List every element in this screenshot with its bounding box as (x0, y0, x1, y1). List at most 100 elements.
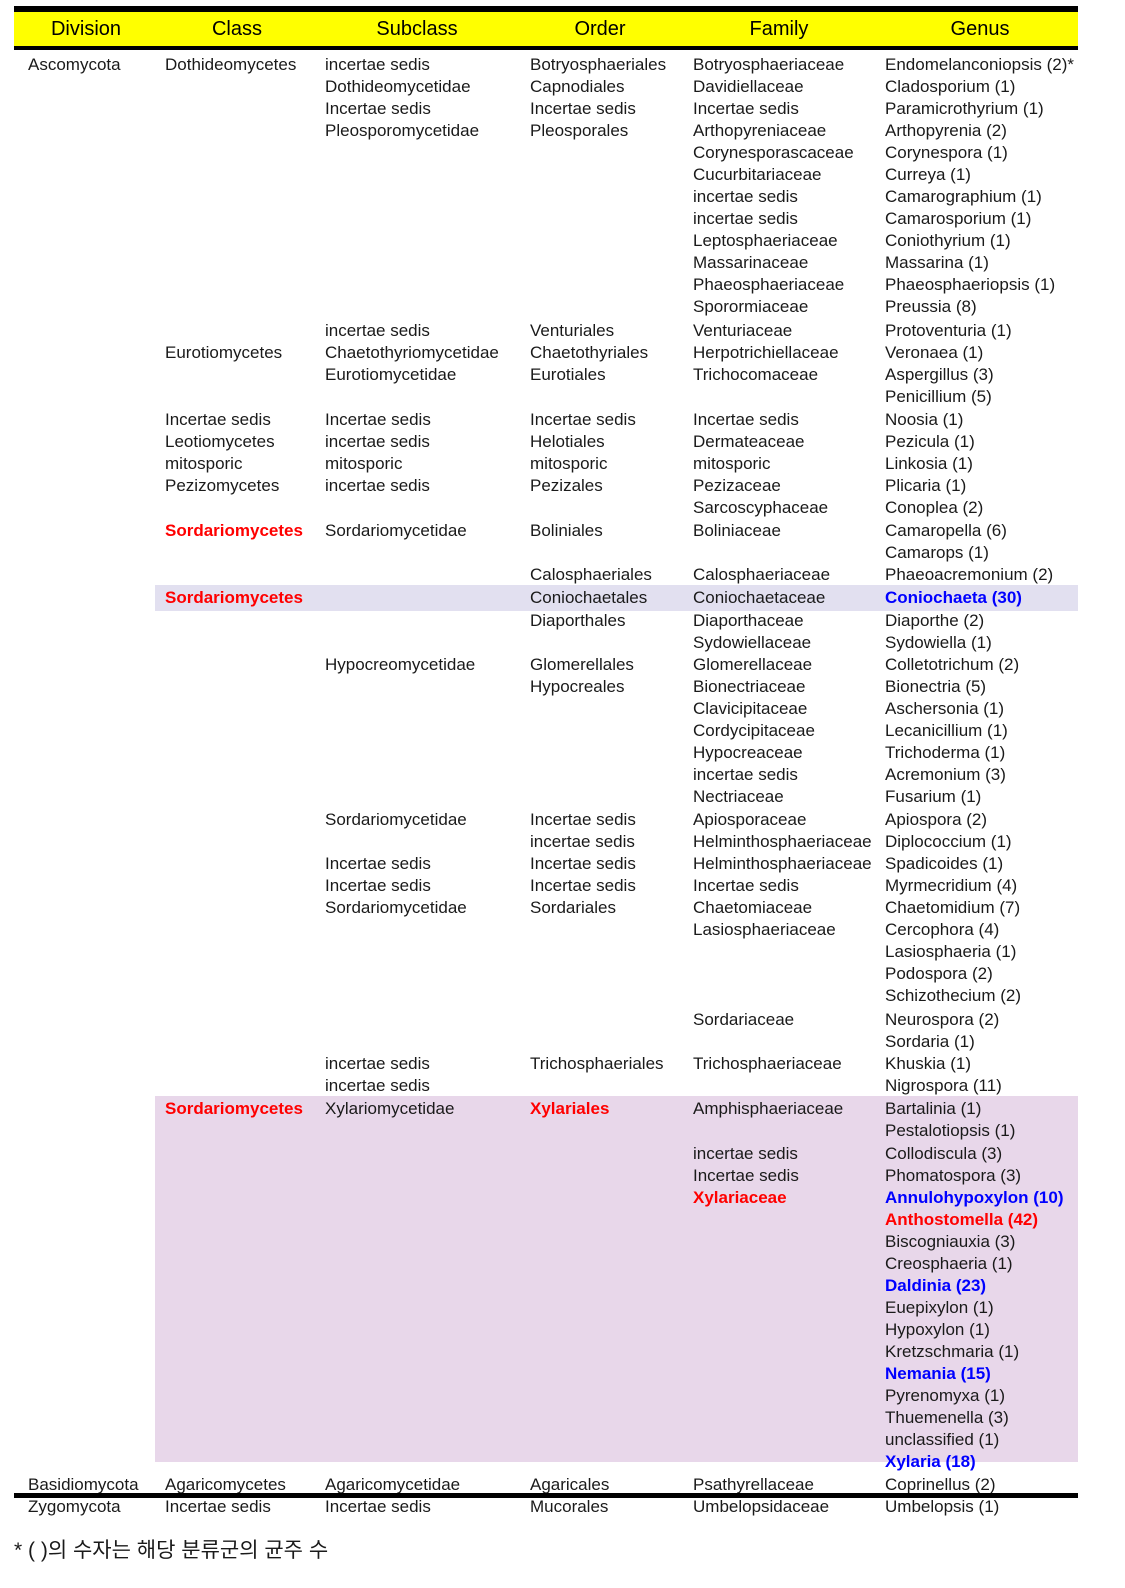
cell-genus: Curreya (1) (885, 165, 971, 184)
cell-genus: Cercophora (4) (885, 920, 1000, 939)
cell-class: Sordariomycetes (165, 521, 303, 540)
cell-family: incertae sedis (693, 765, 798, 784)
cell-order: Boliniales (530, 521, 603, 540)
cell-family: Clavicipitaceae (693, 699, 808, 718)
cell-division: Zygomycota (28, 1497, 121, 1516)
cell-subclass: Hypocreomycetidae (325, 655, 476, 674)
cell-division: Ascomycota (28, 55, 121, 74)
cell-genus: Veronaea (1) (885, 343, 984, 362)
cell-genus: Plicaria (1) (885, 476, 967, 495)
cell-genus: Bionectria (5) (885, 677, 987, 696)
cell-class: Sordariomycetes (165, 1099, 303, 1118)
cell-subclass: Chaetothyriomycetidae (325, 343, 499, 362)
cell-order: incertae sedis (530, 832, 635, 851)
cell-family: Xylariaceae (693, 1188, 787, 1207)
cell-class: Leotiomycetes (165, 432, 275, 451)
cell-genus: Sydowiella (1) (885, 633, 992, 652)
cell-genus: Pyrenomyxa (1) (885, 1386, 1005, 1405)
cell-family: Arthopyreniaceae (693, 121, 827, 140)
cell-genus: Podospora (2) (885, 964, 993, 983)
cell-subclass: incertae sedis (325, 476, 430, 495)
cell-family: Diaporthaceae (693, 611, 804, 630)
cell-subclass: incertae sedis (325, 55, 430, 74)
cell-genus: Creosphaeria (1) (885, 1254, 1013, 1273)
cell-genus: Pezicula (1) (885, 432, 975, 451)
cell-genus: Corynespora (1) (885, 143, 1008, 162)
cell-genus: Coniochaeta (30) (885, 588, 1022, 607)
cell-genus: Khuskia (1) (885, 1054, 971, 1073)
cell-subclass: Sordariomycetidae (325, 521, 467, 540)
cell-order: Pezizales (530, 476, 603, 495)
cell-order: Eurotiales (530, 365, 606, 384)
cell-genus: Aschersonia (1) (885, 699, 1005, 718)
cell-family: Umbelopsidaceae (693, 1497, 830, 1516)
cell-order: Xylariales (530, 1099, 610, 1118)
cell-family: Coniochaetaceae (693, 588, 826, 607)
cell-family: Sarcoscyphaceae (693, 498, 829, 517)
cell-family: Pezizaceae (693, 476, 781, 495)
cell-order: Sordariales (530, 898, 616, 917)
cell-family: Helminthosphaeriaceae (693, 854, 872, 873)
cell-subclass: incertae sedis (325, 321, 430, 340)
cell-genus: Nemania (15) (885, 1364, 991, 1383)
cell-genus: Chaetomidium (7) (885, 898, 1021, 917)
cell-genus: Fusarium (1) (885, 787, 982, 806)
cell-family: Incertae sedis (693, 99, 799, 118)
cell-class: Eurotiomycetes (165, 343, 283, 362)
table-body: Ascomycota Dothideomycetes incertae sedis B… (0, 0, 1125, 1588)
cell-genus: Neurospora (2) (885, 1010, 1000, 1029)
cell-genus: Pestalotiopsis (1) (885, 1121, 1016, 1140)
cell-genus: Schizothecium (2) (885, 986, 1022, 1005)
cell-family: mitosporic (693, 454, 771, 473)
cell-class: mitosporic (165, 454, 243, 473)
cell-genus: Diaporthe (2) (885, 611, 985, 630)
cell-family: Venturiaceae (693, 321, 793, 340)
cell-order: Incertae sedis (530, 854, 636, 873)
cell-order: Glomerellales (530, 655, 634, 674)
cell-family: Lasiosphaeriaceae (693, 920, 836, 939)
cell-genus: Coniothyrium (1) (885, 231, 1011, 250)
cell-genus: Linkosia (1) (885, 454, 973, 473)
cell-order: Helotiales (530, 432, 605, 451)
cell-family: Chaetomiaceae (693, 898, 813, 917)
cell-genus: Euepixylon (1) (885, 1298, 994, 1317)
cell-genus: Diplococcium (1) (885, 832, 1012, 851)
cell-family: Sydowiellaceae (693, 633, 812, 652)
cell-genus: Anthostomella (42) (885, 1210, 1039, 1229)
cell-order: mitosporic (530, 454, 608, 473)
cell-family: Herpotrichiellaceae (693, 343, 839, 362)
cell-order: Incertae sedis (530, 99, 636, 118)
cell-genus: Biscogniauxia (3) (885, 1232, 1016, 1251)
cell-genus: Daldinia (23) (885, 1276, 987, 1295)
cell-genus: Camarosporium (1) (885, 209, 1032, 228)
cell-order: Calosphaeriales (530, 565, 652, 584)
cell-family: Dermateaceae (693, 432, 805, 451)
cell-genus: Xylaria (18) (885, 1452, 976, 1471)
cell-genus: Collodiscula (3) (885, 1144, 1003, 1163)
cell-family: Bionectriaceae (693, 677, 806, 696)
cell-subclass: Incertae sedis (325, 410, 431, 429)
cell-subclass: incertae sedis (325, 1076, 430, 1095)
cell-genus: Massarina (1) (885, 253, 989, 272)
cell-family: Incertae sedis (693, 1166, 799, 1185)
cell-family: Trichocomaceae (693, 365, 819, 384)
cell-genus: Phaeoacremonium (2) (885, 565, 1054, 584)
cell-genus: Phaeosphaeriopsis (1) (885, 275, 1056, 294)
cell-order: Mucorales (530, 1497, 609, 1516)
cell-genus: Colletotrichum (2) (885, 655, 1020, 674)
cell-family: Massarinaceae (693, 253, 809, 272)
cell-genus: Spadicoides (1) (885, 854, 1004, 873)
cell-genus: Lasiosphaeria (1) (885, 942, 1017, 961)
cell-order: Pleosporales (530, 121, 629, 140)
cell-genus: Sordaria (1) (885, 1032, 975, 1051)
cell-genus: Trichoderma (1) (885, 743, 1006, 762)
cell-family: Incertae sedis (693, 876, 799, 895)
cell-family: Botryosphaeriaceae (693, 55, 845, 74)
cell-subclass: incertae sedis (325, 432, 430, 451)
cell-family: Corynesporascaceae (693, 143, 854, 162)
cell-genus: unclassified (1) (885, 1430, 1000, 1449)
cell-order: Diaporthales (530, 611, 626, 630)
cell-genus: Camaropella (6) (885, 521, 1007, 540)
cell-class: Sordariomycetes (165, 588, 303, 607)
cell-subclass: Incertae sedis (325, 854, 431, 873)
